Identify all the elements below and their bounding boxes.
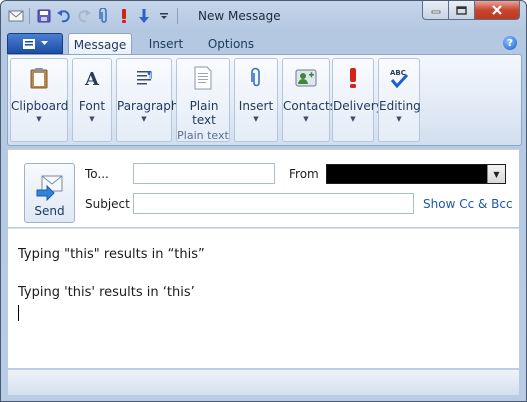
tab-options[interactable]: Options — [203, 33, 259, 55]
app-envelope-icon — [7, 8, 24, 25]
paperclip-icon — [244, 66, 268, 90]
delivery-label: Delivery — [333, 99, 383, 113]
app-menu-button[interactable] — [7, 33, 63, 54]
chevron-down-icon: ▼ — [141, 115, 147, 123]
insert-group[interactable]: Insert ▼ — [234, 58, 278, 142]
chevron-down-icon: ▼ — [303, 115, 309, 123]
svg-text:ABC: ABC — [390, 69, 406, 77]
editing-group[interactable]: ABC Editing ▼ — [378, 58, 421, 142]
mail-compose-window: New Message Message Insert Options ? Cli… — [0, 0, 527, 402]
chevron-down-icon — [41, 41, 48, 45]
ribbon-tabs: Message Insert Options ? — [7, 33, 520, 55]
paragraph-icon: ¶ — [132, 66, 156, 90]
subject-label: Subject — [85, 197, 130, 211]
maximize-button[interactable] — [449, 1, 475, 20]
plain-text-group[interactable]: Plain text Plain text — [176, 58, 230, 142]
plain-text-group-footer: Plain text — [177, 129, 229, 142]
tab-insert[interactable]: Insert — [142, 33, 190, 55]
chevron-down-icon: ▼ — [89, 115, 95, 123]
close-icon — [492, 5, 502, 15]
chevron-down-icon: ▼ — [36, 115, 42, 123]
font-icon: A — [80, 66, 104, 90]
customize-toolbar-icon[interactable] — [155, 8, 172, 25]
insert-label: Insert — [238, 99, 274, 113]
body-line: Typing 'this' results in ‘this’ — [18, 285, 195, 300]
minimize-button[interactable] — [422, 1, 449, 20]
ribbon: Clipboard ▼ A Font ▼ ¶ Paragraph ▼ Plain… — [7, 54, 522, 146]
attach-icon[interactable] — [95, 8, 112, 25]
chevron-down-icon[interactable]: ▼ — [487, 165, 505, 183]
window-controls — [422, 1, 520, 20]
toolbar-separator — [29, 8, 30, 24]
clipboard-icon — [27, 66, 51, 90]
save-icon[interactable] — [35, 8, 52, 25]
clipboard-group[interactable]: Clipboard ▼ — [10, 58, 68, 142]
minimize-icon — [431, 10, 440, 14]
chevron-down-icon: ▼ — [253, 115, 259, 123]
chevron-down-icon: ▼ — [396, 115, 402, 123]
redo-icon[interactable] — [75, 8, 92, 25]
show-cc-bcc-link[interactable]: Show Cc & Bcc — [423, 197, 513, 211]
high-priority-icon[interactable] — [115, 8, 132, 25]
contacts-group[interactable]: Contacts ▼ — [282, 58, 336, 142]
spellcheck-icon: ABC — [387, 66, 411, 90]
low-priority-icon[interactable] — [135, 8, 152, 25]
to-label[interactable]: To... — [85, 167, 109, 181]
plain-text-label: Plain text — [189, 99, 219, 127]
paragraph-label: Paragraph — [117, 99, 179, 113]
help-icon[interactable]: ? — [503, 36, 517, 50]
chevron-down-icon: ▼ — [350, 115, 356, 123]
svg-text:¶: ¶ — [147, 71, 153, 81]
contacts-icon — [294, 66, 318, 90]
title-bar: New Message — [1, 1, 526, 31]
status-bar — [8, 369, 519, 395]
text-caret — [18, 305, 19, 321]
font-group[interactable]: A Font ▼ — [72, 58, 112, 142]
from-label: From — [289, 167, 319, 181]
paragraph-group[interactable]: ¶ Paragraph ▼ — [116, 58, 179, 142]
close-button[interactable] — [475, 1, 520, 20]
toolbar-separator — [177, 8, 178, 24]
to-field[interactable] — [133, 163, 275, 184]
clipboard-label: Clipboard — [11, 99, 69, 113]
svg-text:A: A — [84, 69, 100, 89]
message-body-editor[interactable]: Typing "this" results in “this” Typing '… — [8, 228, 519, 368]
priority-icon — [341, 66, 365, 90]
message-header: Send To... From ▼ Subject Show Cc & Bcc — [8, 149, 519, 227]
tab-message[interactable]: Message — [68, 33, 132, 55]
window-title: New Message — [198, 9, 281, 23]
quick-access-toolbar — [7, 6, 180, 26]
maximize-icon — [456, 5, 467, 15]
from-account-select[interactable]: ▼ — [326, 164, 506, 184]
app-menu-icon — [23, 38, 35, 49]
font-label: Font — [78, 99, 106, 113]
send-label: Send — [34, 204, 65, 218]
subject-field[interactable] — [133, 193, 414, 214]
send-icon — [36, 175, 63, 201]
contacts-label: Contacts — [283, 99, 336, 113]
plain-text-icon — [191, 66, 215, 90]
delivery-group[interactable]: Delivery ▼ — [332, 58, 383, 142]
send-button[interactable]: Send — [24, 163, 75, 223]
undo-icon[interactable] — [55, 8, 72, 25]
editing-label: Editing — [379, 99, 421, 113]
body-line: Typing "this" results in “this” — [18, 247, 205, 262]
